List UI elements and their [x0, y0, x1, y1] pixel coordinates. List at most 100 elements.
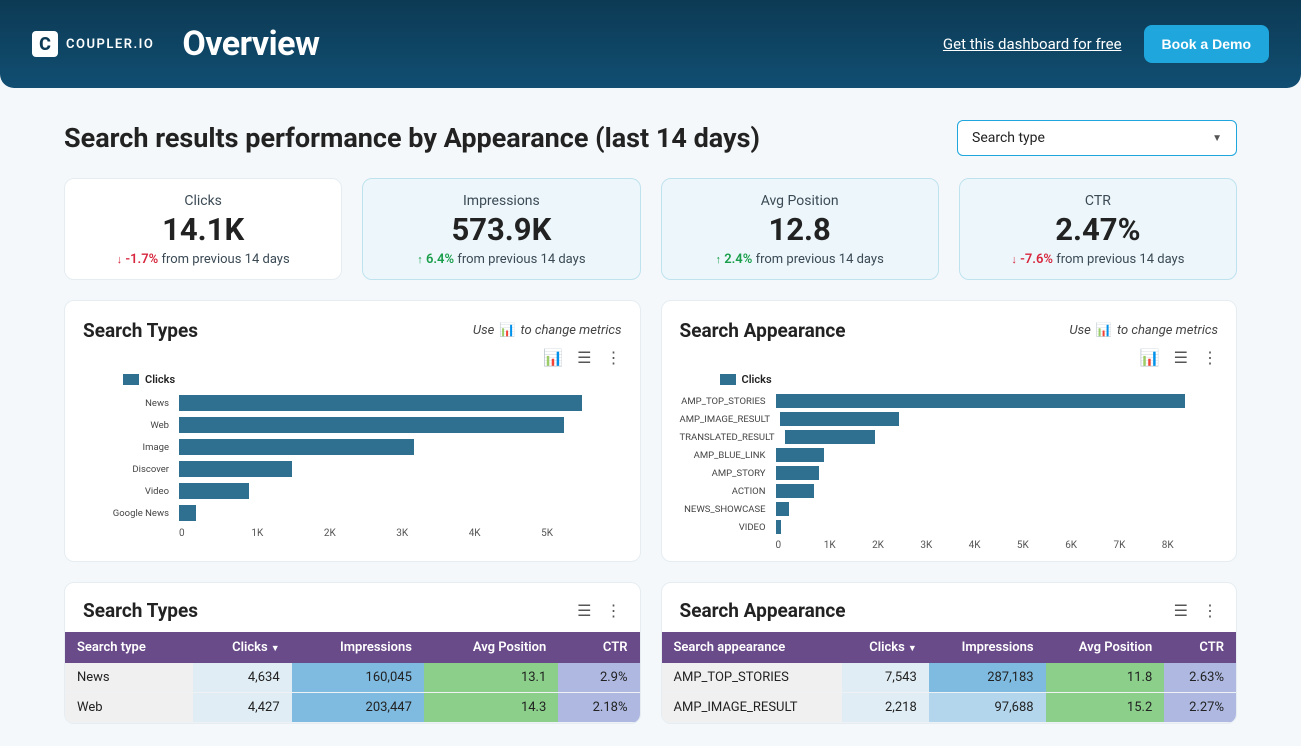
bar[interactable]: [179, 395, 582, 411]
bar[interactable]: [179, 505, 196, 521]
bar-track: [179, 458, 614, 480]
more-icon[interactable]: ⋮: [1202, 601, 1218, 620]
filter-icon[interactable]: ☰: [577, 348, 591, 367]
bar[interactable]: [179, 461, 292, 477]
bar-label: Google News: [83, 508, 173, 519]
bar-track: [179, 480, 614, 502]
chart-settings-icon: 📊: [1096, 323, 1112, 338]
bar[interactable]: [179, 483, 249, 499]
x-axis: 01K2K3K4K5K: [179, 528, 614, 539]
filter-icon[interactable]: ☰: [577, 601, 591, 620]
bar[interactable]: [780, 412, 899, 425]
bar-track: [785, 428, 1210, 446]
table-header: Search type Clicks▼ Impressions Avg Posi…: [65, 632, 640, 663]
bar[interactable]: [179, 439, 414, 455]
chart-config-icon[interactable]: 📊: [543, 348, 563, 367]
col-ctr[interactable]: CTR: [558, 632, 639, 663]
axis-tick: 6K: [1065, 540, 1113, 551]
kpi-value: 14.1K: [77, 211, 329, 248]
kpi-ctr[interactable]: CTR 2.47% ↓ -7.6% from previous 14 days: [959, 178, 1237, 280]
bar-row: Image: [83, 436, 614, 458]
bar-track: [776, 482, 1211, 500]
card-toolbar: 📊 ☰ ⋮: [680, 348, 1219, 367]
bar-track: [776, 518, 1211, 536]
bar-row: News: [83, 392, 614, 414]
kpi-position[interactable]: Avg Position 12.8 ↑ 2.4% from previous 1…: [661, 178, 939, 280]
bar[interactable]: [785, 430, 875, 443]
axis-tick: 2K: [324, 528, 396, 539]
card-toolbar: 📊 ☰ ⋮: [83, 348, 622, 367]
more-icon[interactable]: ⋮: [606, 601, 622, 620]
col-impressions[interactable]: Impressions: [292, 632, 424, 663]
bar[interactable]: [776, 466, 819, 479]
bar[interactable]: [776, 448, 825, 461]
bar-label: News: [83, 398, 173, 409]
data-table: Search type Clicks▼ Impressions Avg Posi…: [65, 632, 640, 723]
bar-track: [780, 410, 1210, 428]
bar-label: AMP_BLUE_LINK: [680, 450, 770, 461]
axis-tick: 2K: [872, 540, 920, 551]
filter-icon[interactable]: ☰: [1174, 348, 1188, 367]
col-impressions[interactable]: Impressions: [929, 632, 1046, 663]
title-row: Search results performance by Appearance…: [64, 120, 1237, 156]
bar[interactable]: [776, 484, 814, 497]
table-row[interactable]: Web4,427203,44714.32.18%: [65, 693, 640, 723]
bar-track: [776, 446, 1211, 464]
col-position[interactable]: Avg Position: [424, 632, 558, 663]
kpi-value: 573.9K: [375, 211, 627, 248]
card-title: Search Types: [83, 599, 198, 622]
bar[interactable]: [179, 417, 564, 433]
col-search-appearance[interactable]: Search appearance: [662, 632, 842, 663]
col-position[interactable]: Avg Position: [1046, 632, 1165, 663]
chart-config-icon[interactable]: 📊: [1140, 348, 1160, 367]
table-row[interactable]: News4,634160,04513.12.9%: [65, 663, 640, 693]
get-dashboard-link[interactable]: Get this dashboard for free: [943, 35, 1122, 53]
chart-card-search-types: Search Types Use 📊 to change metrics 📊 ☰…: [64, 300, 641, 562]
table-row[interactable]: AMP_TOP_STORIES7,543287,18311.82.63%: [662, 663, 1237, 693]
bar-label: AMP_IMAGE_RESULT: [680, 414, 775, 425]
bar-row: Video: [83, 480, 614, 502]
card-title: Search Types: [83, 319, 198, 342]
chart-card-search-appearance: Search Appearance Use 📊 to change metric…: [661, 300, 1238, 562]
bar-chart-search-appearance: Clicks AMP_TOP_STORIESAMP_IMAGE_RESULTTR…: [680, 369, 1219, 551]
header-right: Get this dashboard for free Book a Demo: [943, 25, 1269, 63]
table-row[interactable]: AMP_IMAGE_RESULT2,21897,68815.22.27%: [662, 693, 1237, 723]
book-demo-button[interactable]: Book a Demo: [1144, 25, 1269, 63]
kpi-impressions[interactable]: Impressions 573.9K ↑ 6.4% from previous …: [362, 178, 640, 280]
bar-label: Image: [83, 442, 173, 453]
charts-row: Search Types Use 📊 to change metrics 📊 ☰…: [64, 300, 1237, 562]
cell-ctr: 2.27%: [1164, 693, 1236, 723]
bar[interactable]: [776, 502, 790, 515]
bar-label: AMP_STORY: [680, 468, 770, 479]
kpi-clicks[interactable]: Clicks 14.1K ↓ -1.7% from previous 14 da…: [64, 178, 342, 280]
bar[interactable]: [776, 520, 781, 533]
bar[interactable]: [776, 394, 1186, 407]
bar-row: AMP_BLUE_LINK: [680, 446, 1211, 464]
kpi-delta: ↓ -7.6% from previous 14 days: [972, 252, 1224, 267]
cell-ctr: 2.18%: [558, 693, 639, 723]
bar-track: [776, 392, 1211, 410]
col-clicks[interactable]: Clicks▼: [842, 632, 929, 663]
kpi-label: Avg Position: [674, 193, 926, 209]
bar-track: [776, 500, 1211, 518]
table-toolbar: ☰ ⋮: [1174, 601, 1218, 620]
col-search-type[interactable]: Search type: [65, 632, 193, 663]
kpi-value: 2.47%: [972, 211, 1224, 248]
more-icon[interactable]: ⋮: [606, 348, 622, 367]
bar-label: Video: [83, 486, 173, 497]
x-axis: 01K2K3K4K5K6K7K8K: [776, 540, 1211, 551]
col-ctr[interactable]: CTR: [1164, 632, 1236, 663]
cell-clicks: 4,634: [193, 663, 292, 693]
cell-impressions: 287,183: [929, 663, 1046, 693]
more-icon[interactable]: ⋮: [1202, 348, 1218, 367]
cell-ctr: 2.63%: [1164, 663, 1236, 693]
table-header-row: Search Appearance ☰ ⋮: [662, 599, 1237, 632]
col-clicks[interactable]: Clicks▼: [193, 632, 292, 663]
cell-position: 15.2: [1046, 693, 1165, 723]
kpi-label: Impressions: [375, 193, 627, 209]
bar-label: AMP_TOP_STORIES: [680, 396, 770, 407]
search-type-select[interactable]: Search type ▼: [957, 120, 1237, 156]
filter-icon[interactable]: ☰: [1174, 601, 1188, 620]
cell-position: 11.8: [1046, 663, 1165, 693]
cell-name: AMP_IMAGE_RESULT: [662, 693, 842, 723]
